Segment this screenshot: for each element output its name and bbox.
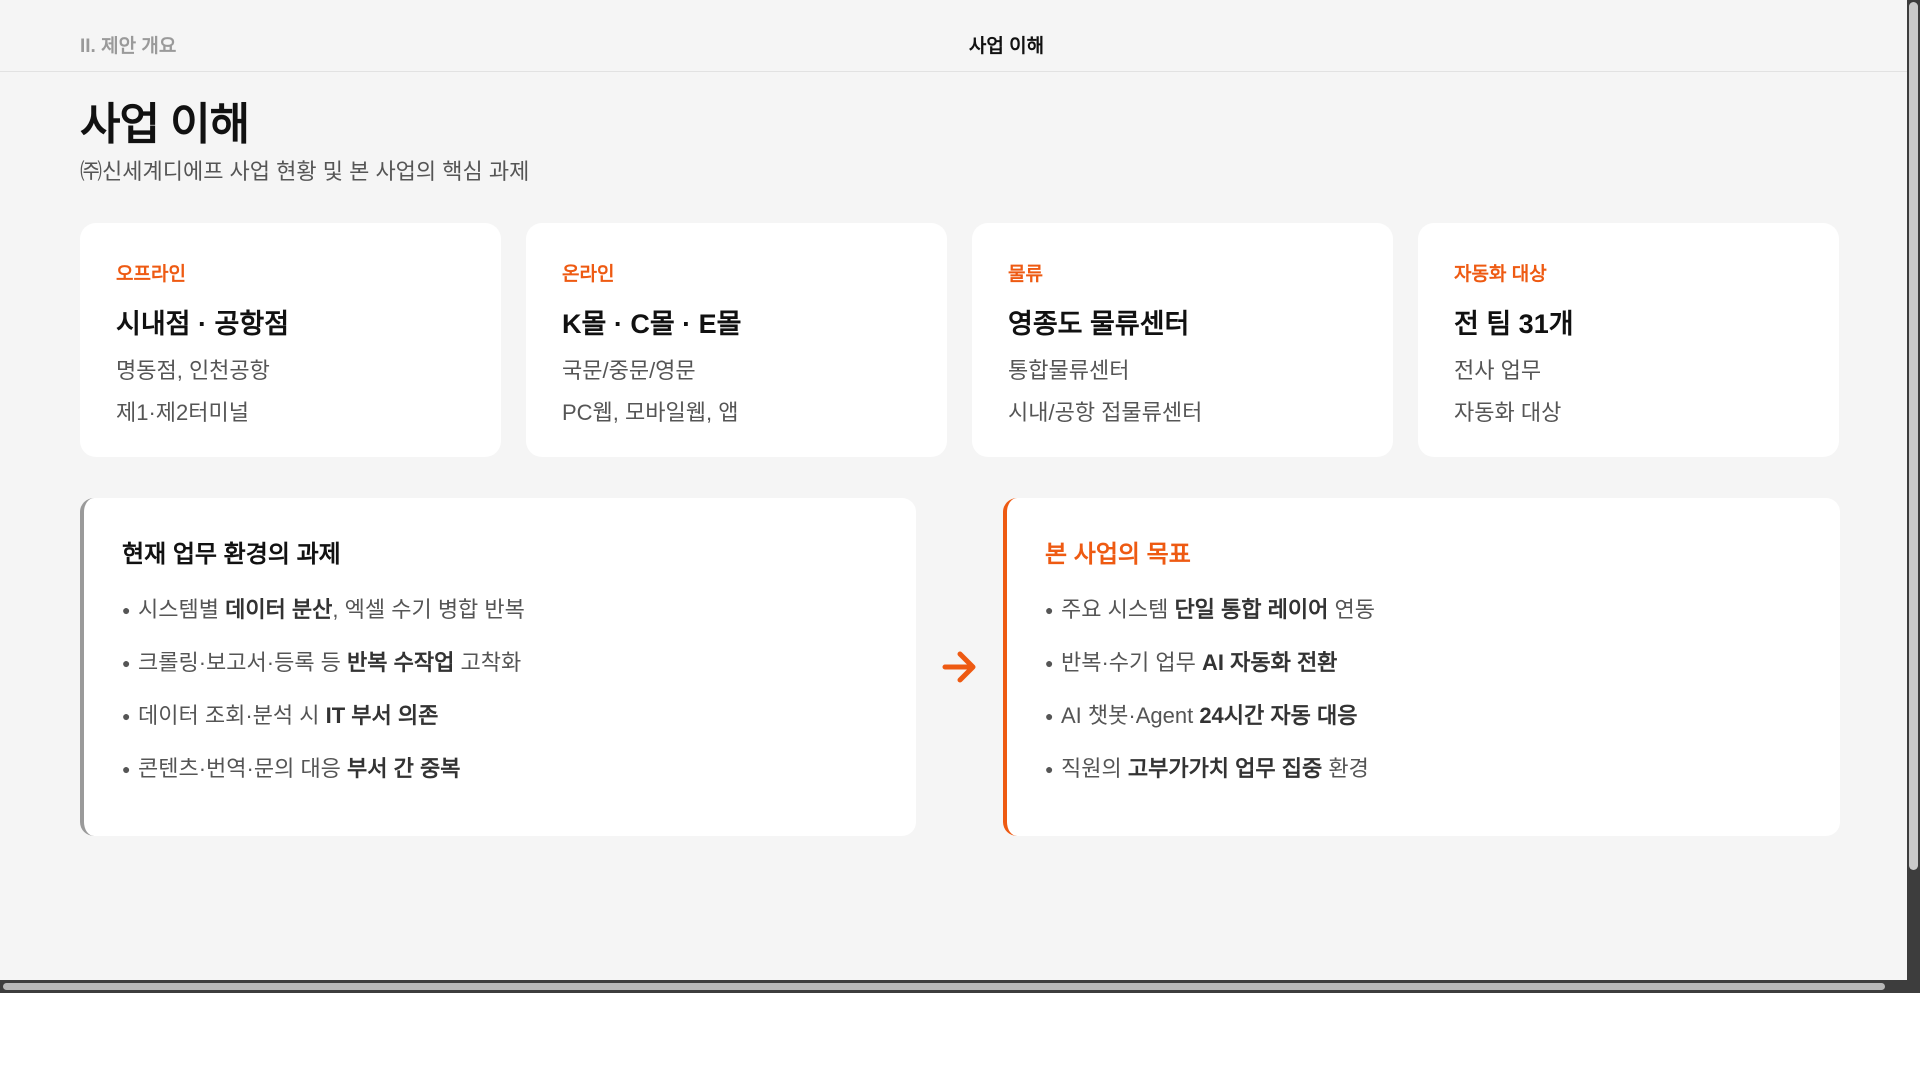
item-emphasis: 고부가가치 업무 집중 xyxy=(1127,756,1323,781)
bullet-dot-icon: ● xyxy=(122,761,131,777)
stat-headline: 영종도 물류센터 xyxy=(1008,309,1190,339)
stat-detail: 제1·제2터미널 xyxy=(116,400,249,425)
stat-detail: 전사 업무 xyxy=(1454,358,1542,383)
item-text: 고착화 xyxy=(454,650,522,675)
stat-headline: 전 팀 31개 xyxy=(1454,309,1574,339)
item-text: , 엑셀 수기 병합 반복 xyxy=(332,597,525,622)
item-emphasis: AI 자동화 전환 xyxy=(1202,650,1338,675)
stat-detail: PC웹, 모바일웹, 앱 xyxy=(562,400,739,425)
item-emphasis: 부서 간 중복 xyxy=(347,756,461,781)
challenges-panel: 현재 업무 환경의 과제 ● 시스템별 데이터 분산, 엑셀 수기 병합 반복 ●… xyxy=(80,498,916,836)
stat-detail: 통합물류센터 xyxy=(1008,358,1130,383)
header-title: 사업 이해 xyxy=(968,36,1045,57)
list-item: ● 시스템별 데이터 분산, 엑셀 수기 병합 반복 xyxy=(122,595,916,648)
goals-list: ● 주요 시스템 단일 통합 레이어 연동 ● 반복·수기 업무 AI 자동화 전환… xyxy=(1045,595,1840,807)
bullet-dot-icon: ● xyxy=(122,708,131,724)
stat-detail: 명동점, 인천공항 xyxy=(116,358,270,383)
stat-card-offline: 오프라인 시내점 · 공항점 명동점, 인천공항 제1·제2터미널 xyxy=(80,223,501,457)
stat-category: 오프라인 xyxy=(116,264,186,285)
vertical-scrollbar-thumb[interactable] xyxy=(1909,2,1918,870)
bullet-dot-icon: ● xyxy=(1045,655,1054,671)
stat-detail: 국문/중문/영문 xyxy=(562,358,696,383)
bullet-dot-icon: ● xyxy=(1045,761,1054,777)
item-text: 크롤링·보고서·등록 등 xyxy=(138,650,348,675)
item-emphasis: IT 부서 의존 xyxy=(325,703,439,728)
stat-category: 자동화 대상 xyxy=(1454,264,1547,285)
stat-card-logistics: 물류 영종도 물류센터 통합물류센터 시내/공항 접물류센터 xyxy=(972,223,1393,457)
list-item: ● 직원의 고부가가치 업무 집중 환경 xyxy=(1045,754,1840,807)
bullet-dot-icon: ● xyxy=(1045,708,1054,724)
horizontal-scrollbar-thumb[interactable] xyxy=(3,983,1885,990)
goals-panel: 본 사업의 목표 ● 주요 시스템 단일 통합 레이어 연동 ● 반복·수기 업무 … xyxy=(1003,498,1840,836)
stat-card-online: 온라인 K몰 · C몰 · E몰 국문/중문/영문 PC웹, 모바일웹, 앱 xyxy=(526,223,947,457)
bullet-dot-icon: ● xyxy=(122,602,131,618)
list-item: ● 주요 시스템 단일 통합 레이어 연동 xyxy=(1045,595,1840,648)
list-item: ● 크롤링·보고서·등록 등 반복 수작업 고착화 xyxy=(122,648,916,701)
stat-detail: 시내/공항 접물류센터 xyxy=(1008,400,1203,425)
challenges-list: ● 시스템별 데이터 분산, 엑셀 수기 병합 반복 ● 크롤링·보고서·등록 등 … xyxy=(122,595,916,807)
item-emphasis: 24시간 자동 대응 xyxy=(1199,703,1358,728)
item-text: 반복·수기 업무 xyxy=(1061,650,1202,675)
item-text: 시스템별 xyxy=(138,597,226,622)
bullet-dot-icon: ● xyxy=(1045,602,1054,618)
page-subtitle: ㈜신세계디에프 사업 현황 및 본 사업의 핵심 과제 xyxy=(80,159,530,184)
goals-title: 본 사업의 목표 xyxy=(1045,541,1191,568)
horizontal-scrollbar[interactable] xyxy=(0,980,1920,993)
stat-headline: K몰 · C몰 · E몰 xyxy=(562,309,742,339)
slide-viewport: II. 제안 개요 사업 이해 사업 이해 ㈜신세계디에프 사업 현황 및 본 … xyxy=(0,0,1907,980)
stat-card-automation: 자동화 대상 전 팀 31개 전사 업무 자동화 대상 xyxy=(1418,223,1839,457)
list-item: ● 콘텐츠·번역·문의 대응 부서 간 중복 xyxy=(122,754,916,807)
stat-detail: 자동화 대상 xyxy=(1454,400,1562,425)
item-text: 직원의 xyxy=(1061,756,1128,781)
list-item: ● 반복·수기 업무 AI 자동화 전환 xyxy=(1045,648,1840,701)
vertical-scrollbar[interactable] xyxy=(1907,0,1920,993)
stat-headline: 시내점 · 공항점 xyxy=(116,309,290,339)
page-title: 사업 이해 xyxy=(80,100,250,149)
bullet-dot-icon: ● xyxy=(122,655,131,671)
stat-category: 온라인 xyxy=(562,264,615,285)
slide-header: II. 제안 개요 사업 이해 xyxy=(0,0,1907,72)
item-text: 데이터 조회·분석 시 xyxy=(138,703,326,728)
list-item: ● AI 챗봇·Agent 24시간 자동 대응 xyxy=(1045,701,1840,754)
item-text: 콘텐츠·번역·문의 대응 xyxy=(138,756,348,781)
challenges-title: 현재 업무 환경의 과제 xyxy=(122,541,341,568)
stat-category: 물류 xyxy=(1008,264,1043,285)
item-text: 환경 xyxy=(1322,756,1369,781)
item-emphasis: 데이터 분산 xyxy=(225,597,333,622)
item-emphasis: 단일 통합 레이어 xyxy=(1174,597,1329,622)
arrow-right-icon xyxy=(942,651,976,683)
item-text: AI 챗봇·Agent xyxy=(1061,703,1200,728)
list-item: ● 데이터 조회·분석 시 IT 부서 의존 xyxy=(122,701,916,754)
item-text: 연동 xyxy=(1328,597,1375,622)
item-text: 주요 시스템 xyxy=(1061,597,1175,622)
item-emphasis: 반복 수작업 xyxy=(347,650,455,675)
